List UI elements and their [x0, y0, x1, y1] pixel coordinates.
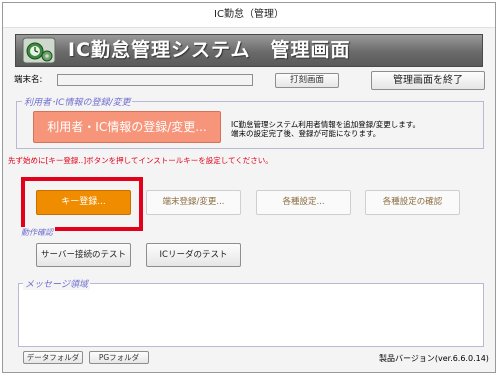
header-banner: IC勤怠管理システム 管理画面: [15, 34, 483, 67]
message-area-title: メッセージ領域: [23, 277, 90, 290]
app-window: IC勤怠（管理） IC勤怠管理システム 管理画面 端末名: 打刻画面 管理画面を…: [2, 2, 496, 373]
terminal-name-field[interactable]: [57, 74, 253, 86]
user-registration-group-title: 利用者･IC情報の登録/変更: [22, 95, 133, 108]
window-title: IC勤怠（管理）: [3, 3, 495, 28]
highlight-box: [21, 177, 143, 231]
clock-gear-icon: [22, 37, 56, 64]
terminal-name-label: 端末名:: [14, 75, 43, 85]
user-ic-register-button[interactable]: 利用者・IC情報の登録/変更...: [33, 111, 221, 143]
various-settings-button[interactable]: 各種設定...: [256, 190, 351, 215]
ic-reader-test-button[interactable]: ICリーダのテスト: [146, 243, 241, 267]
terminal-register-button[interactable]: 端末登録/変更...: [146, 190, 241, 215]
exit-admin-button[interactable]: 管理画面を終了: [371, 71, 485, 90]
confirm-settings-button[interactable]: 各種設定の確認: [365, 190, 460, 215]
user-registration-description-line2: 端末の設定完了後、登録が可能になります。: [231, 129, 381, 138]
app-title: IC勤怠管理システム 管理画面: [68, 39, 351, 61]
pg-folder-button[interactable]: PGフォルダ: [89, 351, 149, 364]
product-version: 製品バージョン(ver.6.6.0.14): [379, 354, 489, 363]
operation-check-title: 動作確認: [19, 227, 55, 238]
data-folder-button[interactable]: データフォルダ: [23, 351, 83, 364]
install-key-notice: 先ず始めに[キー登録..]ボタンを押してインストールキーを設定してください。: [8, 156, 273, 165]
stamp-screen-button[interactable]: 打刻画面: [275, 73, 339, 88]
message-area: [18, 283, 484, 347]
server-connection-test-button[interactable]: サーバー接続のテスト: [36, 243, 131, 267]
